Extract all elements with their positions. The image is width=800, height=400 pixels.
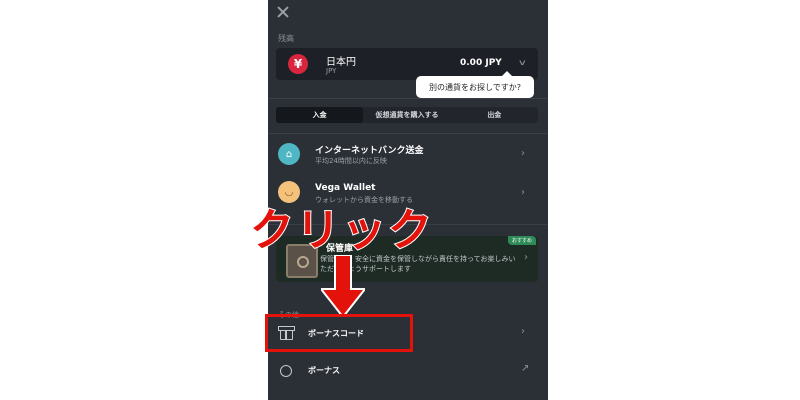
close-icon[interactable]: [276, 5, 290, 19]
highlight-box: [265, 314, 413, 352]
chevron-right-icon: ›: [524, 252, 528, 263]
down-arrow-icon: [321, 255, 365, 317]
bank-icon: ⌂: [278, 143, 300, 165]
divider: [268, 133, 548, 134]
chevron-right-icon: ›: [521, 326, 525, 337]
click-annotation: クリック: [249, 204, 434, 257]
currency-code: JPY: [326, 67, 337, 75]
tab-withdraw[interactable]: 出金: [451, 107, 538, 123]
recommended-badge: おすすめ: [507, 236, 536, 245]
yen-icon: ¥: [288, 54, 308, 74]
balance-section-label: 残高: [278, 34, 294, 43]
divider: [268, 98, 548, 99]
bonus-item[interactable]: ボーナス ↗: [268, 356, 548, 386]
method-bank-transfer[interactable]: ⌂ インターネットバンク送金 平均24時間以内に反映 ›: [268, 136, 548, 172]
chevron-right-icon: ›: [521, 148, 525, 159]
external-link-icon: ↗: [521, 363, 530, 374]
chevron-right-icon: ›: [521, 187, 525, 198]
tab-bar: 入金 仮想通貨を購入する 出金: [276, 107, 538, 123]
bonus-icon: [280, 365, 292, 377]
currency-tooltip[interactable]: 別の通貨をお探しですか?: [416, 71, 534, 98]
method-title: インターネットバンク送金: [315, 146, 424, 156]
bonus-label: ボーナス: [308, 366, 340, 375]
tab-buy-crypto[interactable]: 仮想通貨を購入する: [363, 107, 450, 123]
tab-deposit[interactable]: 入金: [276, 107, 364, 123]
method-subtitle: 平均24時間以内に反映: [315, 157, 387, 165]
currency-amount: 0.00 JPY: [460, 58, 502, 68]
currency-name: 日本円: [326, 57, 356, 68]
chevron-down-icon[interactable]: v: [519, 58, 526, 67]
method-title: Vega Wallet: [315, 183, 376, 193]
